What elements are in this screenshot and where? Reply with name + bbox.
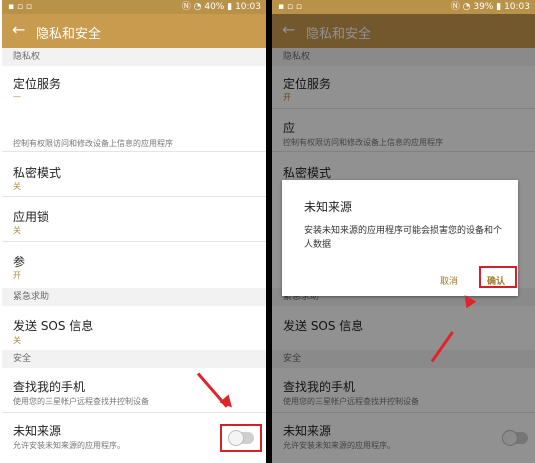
item-location-title: 定位服务 xyxy=(13,77,62,91)
confirm-button[interactable]: 确认 xyxy=(487,274,505,287)
toggle-switch-icon[interactable] xyxy=(228,430,254,446)
item-location-value: — xyxy=(13,92,21,101)
battery-icon: ▮ xyxy=(227,2,233,12)
page-title: 隐私和安全 xyxy=(36,27,102,42)
item-unknown-sources-desc: 允许安装未知来源的应用程序。 xyxy=(13,441,125,450)
item-private-mode-value: 关 xyxy=(13,182,21,191)
right-screen: ▪ ▫ ▫ Ⓝ ◔ 39% ▮ 10:03 ← 隐私和安全 隐私权 定位服务 开… xyxy=(272,0,535,463)
divider xyxy=(2,151,266,152)
annotation-arrow-head xyxy=(219,394,237,412)
battery-text: 40% xyxy=(204,2,225,12)
divider xyxy=(2,241,266,242)
section-privacy: 隐私权 xyxy=(2,48,266,66)
item-sos-value: 关 xyxy=(13,336,21,345)
item-unknown-sources-title: 未知来源 xyxy=(13,424,62,438)
unknown-sources-dialog: 未知来源 安装未知来源的应用程序可能会损害您的设备和个人数据 取消 确认 xyxy=(282,180,518,296)
dialog-body: 安装未知来源的应用程序可能会损害您的设备和个人数据 xyxy=(304,226,503,250)
item-app-lock-title: 应用锁 xyxy=(13,210,50,224)
toggle-knob xyxy=(228,430,244,446)
battery-icon: ▮ xyxy=(496,2,502,12)
item-partial-value: 开 xyxy=(13,271,21,280)
status-bar: ▪ ▫ ▫ Ⓝ ◔ 40% ▮ 10:03 xyxy=(2,0,266,14)
wifi-icon: ◔ xyxy=(462,2,471,12)
item-find-phone-title: 查找我的手机 xyxy=(13,380,86,394)
item-sos-title: 发送 SOS 信息 xyxy=(13,319,94,333)
section-security: 安全 xyxy=(2,350,266,368)
item-partial-title: 参 xyxy=(13,255,26,269)
divider xyxy=(2,412,266,413)
wifi-icon: ◔ xyxy=(193,2,202,12)
dialog-title: 未知来源 xyxy=(304,200,353,214)
nfc-icon: Ⓝ xyxy=(181,2,191,12)
status-right: Ⓝ ◔ 39% ▮ 10:03 xyxy=(451,0,530,14)
cancel-button[interactable]: 取消 xyxy=(440,274,458,287)
left-screen: ▪ ▫ ▫ Ⓝ ◔ 40% ▮ 10:03 ← 隐私和安全 隐私权 定位服务 —… xyxy=(2,0,266,463)
clock: 10:03 xyxy=(235,2,261,12)
status-bar: ▪ ▫ ▫ Ⓝ ◔ 39% ▮ 10:03 xyxy=(272,0,535,14)
notification-icons: ▪ ▫ ▫ xyxy=(278,2,303,12)
item-private-mode-title: 私密模式 xyxy=(13,166,62,180)
section-emergency: 紧急求助 xyxy=(2,288,266,306)
permission-description: 控制有权限访问和修改设备上信息的应用程序 xyxy=(13,139,173,148)
item-app-lock-value: 关 xyxy=(13,226,21,235)
nfc-icon: Ⓝ xyxy=(450,2,460,12)
clock: 10:03 xyxy=(504,2,530,12)
status-right: Ⓝ ◔ 40% ▮ 10:03 xyxy=(182,0,261,14)
back-arrow-icon[interactable]: ← xyxy=(12,20,25,39)
item-find-phone-desc: 使用您的三星帐户远程查找并控制设备 xyxy=(13,397,149,406)
app-bar: ← 隐私和安全 xyxy=(2,14,266,48)
divider xyxy=(2,196,266,197)
battery-text: 39% xyxy=(473,2,494,12)
notification-icons: ▪ ▫ ▫ xyxy=(8,2,33,12)
